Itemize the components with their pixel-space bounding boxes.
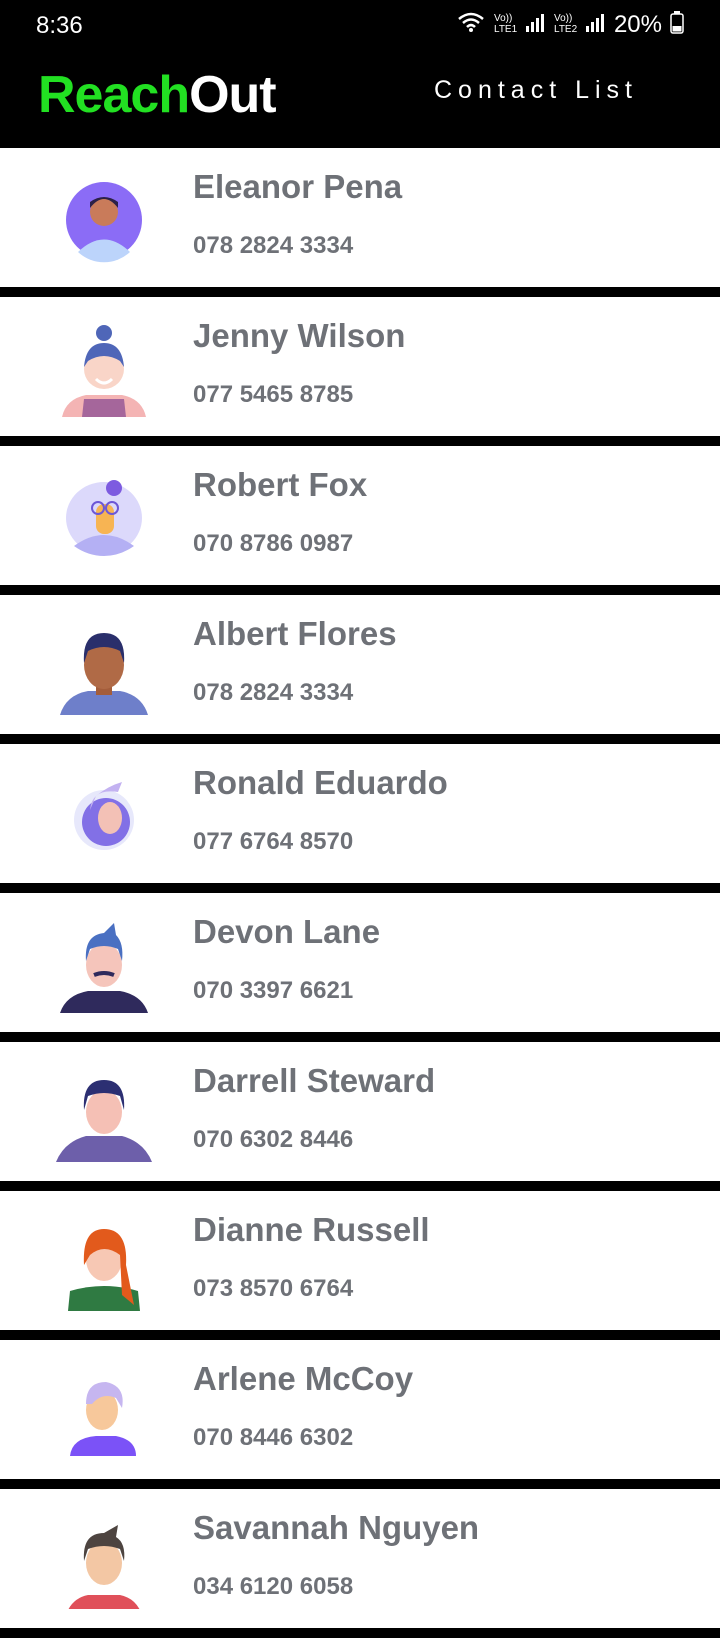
contact-row[interactable]: Robert Fox 070 8786 0987 [0, 446, 720, 585]
svg-text:Vo)): Vo)) [494, 13, 512, 24]
contact-name: Savannah Nguyen [193, 1509, 480, 1546]
contact-phone: 070 6302 8446 [193, 1126, 354, 1153]
contact-phone: 077 6764 8570 [193, 828, 354, 855]
avatar-icon [56, 619, 152, 715]
avatar-icon [56, 1364, 152, 1460]
contact-phone: 070 3397 6621 [193, 977, 354, 1004]
svg-text:LTE2: LTE2 [554, 24, 578, 34]
avatar-icon [56, 1513, 152, 1623]
avatar-icon [56, 321, 152, 417]
contact-name: Eleanor Pena [193, 168, 403, 205]
battery-percent: 20% [613, 10, 662, 38]
status-time: 8:36 [36, 12, 83, 39]
contact-name: Albert Flores [193, 615, 397, 652]
contact-phone: 078 2824 3334 [193, 232, 354, 259]
contact-row[interactable]: Arlene McCoy 070 8446 6302 [0, 1340, 720, 1479]
brand-logo: ReachOut [38, 60, 277, 130]
avatar-icon [56, 917, 152, 1013]
avatar-icon [56, 470, 152, 566]
avatar-icon [56, 1066, 152, 1162]
avatar-icon [56, 1215, 152, 1311]
contact-list: Eleanor Pena 078 2824 3334 Jenny Wilson … [0, 148, 720, 1638]
contact-row[interactable]: Devon Lane 070 3397 6621 [0, 893, 720, 1032]
contact-row[interactable]: Jenny Wilson 077 5465 8785 [0, 297, 720, 436]
page-title: Contact List [434, 76, 639, 104]
brand-part-reach: Reach [38, 66, 190, 124]
contact-row[interactable]: Dianne Russell 073 8570 6764 [0, 1191, 720, 1330]
lte1-signal-icon: Vo)) LTE1 [494, 10, 546, 39]
contact-row[interactable]: Albert Flores 078 2824 3334 [0, 595, 720, 734]
app-bar: ReachOut Contact List [0, 52, 720, 148]
contact-phone: 070 8446 6302 [193, 1424, 354, 1451]
contact-name: Arlene McCoy [193, 1360, 414, 1397]
svg-text:Vo)): Vo)) [554, 13, 572, 24]
contact-phone: 034 6120 6058 [193, 1573, 354, 1600]
avatar-icon [56, 172, 152, 268]
contact-phone: 077 5465 8785 [193, 381, 354, 408]
contact-phone: 070 8786 0987 [193, 530, 354, 557]
contact-phone: 073 8570 6764 [193, 1275, 354, 1302]
status-bar: 8:36 Vo)) LTE1 Vo)) LTE2 20% [0, 0, 720, 52]
brand-part-out: Out [189, 66, 277, 124]
contact-row[interactable]: Eleanor Pena 078 2824 3334 [0, 148, 720, 287]
status-icons: Vo)) LTE1 Vo)) LTE2 20% [456, 10, 684, 39]
contact-row[interactable]: Ronald Eduardo 077 6764 8570 [0, 744, 720, 883]
contact-name: Robert Fox [193, 466, 368, 503]
contact-name: Ronald Eduardo [193, 764, 448, 801]
avatar-icon [56, 768, 152, 864]
svg-text:LTE1: LTE1 [494, 24, 518, 34]
contact-name: Dianne Russell [193, 1211, 430, 1248]
contact-row[interactable]: Savannah Nguyen 034 6120 6058 [0, 1489, 720, 1628]
contact-phone: 078 2824 3334 [193, 679, 354, 706]
wifi-icon [456, 10, 486, 39]
lte2-signal-icon: Vo)) LTE2 [554, 10, 606, 39]
contact-name: Devon Lane [193, 913, 381, 950]
battery-icon [670, 10, 684, 39]
contact-name: Jenny Wilson [193, 317, 406, 354]
contact-name: Darrell Steward [193, 1062, 436, 1099]
contact-row[interactable]: Darrell Steward 070 6302 8446 [0, 1042, 720, 1181]
